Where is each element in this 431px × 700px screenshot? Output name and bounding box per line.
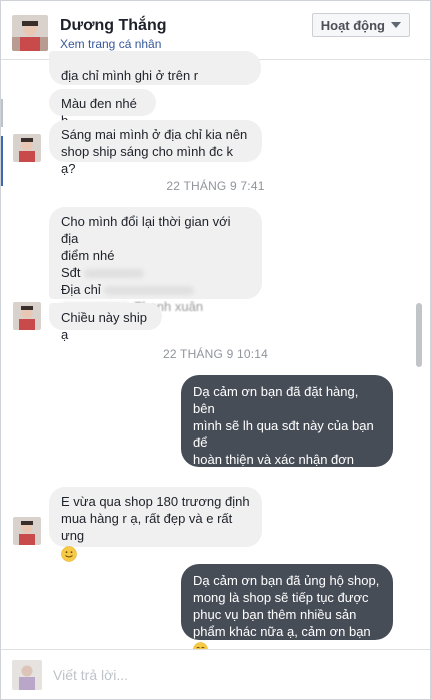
timestamp: 22 THÁNG 9 7:41 bbox=[166, 179, 265, 193]
message-line: mình sẽ lh qua sđt này của bạn để bbox=[193, 418, 374, 450]
my-avatar bbox=[12, 660, 42, 690]
message-line: E vừa qua shop 180 trương định bbox=[61, 494, 250, 509]
phone-label: Sđt bbox=[61, 265, 81, 280]
incoming-message: E vừa qua shop 180 trương định mua hàng … bbox=[49, 487, 262, 562]
message-line: Dạ cảm ơn bạn đã ủng hộ shop, bbox=[193, 573, 380, 588]
message-text: Chiều này ship ạ bbox=[61, 310, 147, 342]
sender-avatar[interactable] bbox=[13, 302, 41, 330]
timestamp: 22 THÁNG 9 10:14 bbox=[162, 347, 269, 361]
status-label: Hoạt động bbox=[320, 17, 385, 33]
redacted-text bbox=[84, 269, 145, 279]
reply-composer: Viết trả lời... bbox=[1, 649, 430, 699]
redacted-text bbox=[104, 286, 195, 296]
message-line: Cho mình đổi lại thời gian với địa bbox=[61, 214, 231, 246]
message-line: shop ship sáng cho mình đc k ạ? bbox=[61, 144, 233, 176]
incoming-message: Chiều này ship ạ bbox=[49, 303, 162, 342]
contact-name[interactable]: Dương Thắng bbox=[60, 17, 167, 35]
message-line: Dạ cảm ơn bạn đã đặt hàng, bên bbox=[193, 384, 359, 416]
message-line: hoàn thiện và xác nhận đơn hàng bbox=[193, 452, 355, 484]
incoming-message: địa chỉ mình ghi ở trên r bbox=[49, 51, 261, 85]
chat-window: Dương Thắng Xem trang cá nhân Hoạt động … bbox=[0, 0, 431, 700]
left-edge-marker bbox=[1, 99, 3, 127]
incoming-message: Cho mình đổi lại thời gian với địa điểm … bbox=[49, 207, 262, 314]
message-line: Sđt bbox=[61, 264, 250, 281]
message-line: phục vụ bạn thêm nhiều sản bbox=[193, 607, 357, 622]
message-line bbox=[61, 544, 250, 562]
sender-avatar[interactable] bbox=[13, 517, 41, 545]
message-line: Sáng mai mình ở địa chỉ kia nên bbox=[61, 127, 248, 142]
message-fragment: phẩm khác nữa ạ, cảm ơn bạn bbox=[193, 624, 371, 639]
message-line: mua hàng r ạ, rất đẹp và e rất ưng bbox=[61, 511, 233, 543]
view-profile-link[interactable]: Xem trang cá nhân bbox=[60, 37, 161, 51]
reply-input[interactable]: Viết trả lời... bbox=[53, 667, 128, 683]
address-label: Địa chỉ bbox=[61, 282, 101, 297]
caret-down-icon bbox=[391, 22, 401, 28]
header-avatar[interactable] bbox=[12, 15, 48, 51]
incoming-message: Màu đen nhé b bbox=[49, 89, 156, 128]
message-line: điểm nhé bbox=[61, 248, 115, 263]
outgoing-message: Dạ cảm ơn bạn đã đặt hàng, bên mình sẽ l… bbox=[181, 375, 393, 535]
status-dropdown-button[interactable]: Hoạt động bbox=[311, 13, 410, 37]
scrollbar-thumb[interactable] bbox=[416, 303, 422, 367]
incoming-message: Sáng mai mình ở địa chỉ kia nên shop shi… bbox=[49, 120, 262, 176]
message-line: Địa chỉ bbox=[61, 281, 250, 298]
message-line: mong là shop sẽ tiếp tục được bbox=[193, 590, 369, 605]
message-text: địa chỉ mình ghi ở trên r bbox=[61, 68, 199, 83]
outgoing-message: Dạ cảm ơn bạn đã ủng hộ shop, mong là sh… bbox=[181, 564, 393, 657]
sender-avatar[interactable] bbox=[13, 134, 41, 162]
smile-emoji-icon bbox=[61, 545, 77, 562]
